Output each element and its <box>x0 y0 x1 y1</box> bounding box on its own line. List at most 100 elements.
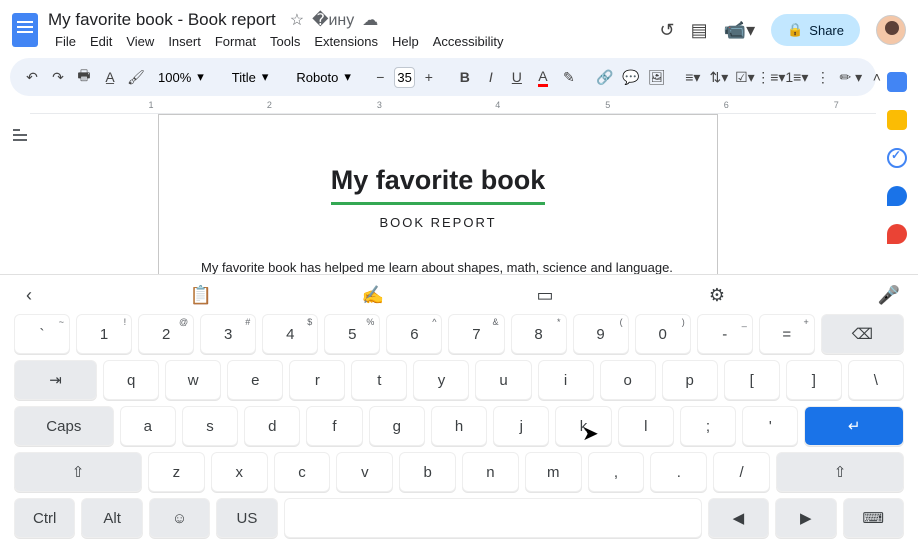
key-6[interactable]: 6^ <box>386 314 442 354</box>
bullet-list-icon[interactable]: ⋮≡▾ <box>759 65 783 89</box>
editing-mode-icon[interactable]: ✏ ▾ <box>839 65 863 89</box>
horizontal-ruler[interactable]: 1 2 3 4 5 6 7 <box>30 100 876 114</box>
key-[[interactable]: [ <box>724 360 780 400</box>
comments-icon[interactable]: ▤ <box>691 20 708 41</box>
key-n[interactable]: n <box>462 452 519 492</box>
tasks-icon[interactable] <box>887 148 907 168</box>
document-page[interactable]: My favorite book BOOK REPORT My favorite… <box>158 114 718 294</box>
key-i[interactable]: i <box>538 360 594 400</box>
key-r[interactable]: r <box>289 360 345 400</box>
history-icon[interactable]: ↺ <box>660 20 675 41</box>
checklist-icon[interactable]: ☑▾ <box>733 65 757 89</box>
font-increase-icon[interactable]: + <box>417 65 441 89</box>
menu-insert[interactable]: Insert <box>161 32 208 51</box>
kb-clipboard-icon[interactable]: 📋 <box>186 285 216 306</box>
key-enter[interactable]: ↵ <box>804 406 904 446</box>
star-icon[interactable]: ☆ <box>290 10 304 30</box>
line-spacing-icon[interactable]: ⇅▾ <box>707 65 731 89</box>
document-title[interactable]: My favorite book - Book report <box>48 10 276 30</box>
key-s[interactable]: s <box>182 406 238 446</box>
keep-icon[interactable] <box>887 110 907 130</box>
link-icon[interactable]: 🔗 <box>593 65 617 89</box>
key-space[interactable] <box>284 498 702 538</box>
key-=[interactable]: =+ <box>759 314 815 354</box>
key-`[interactable]: `~ <box>14 314 70 354</box>
key-b[interactable]: b <box>399 452 456 492</box>
key-q[interactable]: q <box>103 360 159 400</box>
style-select[interactable]: Title▾ <box>224 69 277 85</box>
key-shift-right[interactable]: ⇧ <box>776 452 904 492</box>
key-/[interactable]: / <box>713 452 770 492</box>
kb-back-icon[interactable]: ‹ <box>14 285 44 306</box>
key-alt[interactable]: Alt <box>81 498 142 538</box>
key-0[interactable]: 0) <box>635 314 691 354</box>
account-avatar[interactable] <box>876 15 906 45</box>
numbered-list-icon[interactable]: 1≡▾ <box>785 65 809 89</box>
key-,[interactable]: , <box>588 452 645 492</box>
kb-settings-icon[interactable]: ⚙ <box>702 285 732 306</box>
key-y[interactable]: y <box>413 360 469 400</box>
key-a[interactable]: a <box>120 406 176 446</box>
key-z[interactable]: z <box>148 452 205 492</box>
comment-icon[interactable]: 💬 <box>619 65 643 89</box>
image-icon[interactable]: 🖼 <box>645 65 669 89</box>
key-d[interactable]: d <box>244 406 300 446</box>
key-3[interactable]: 3# <box>200 314 256 354</box>
key-7[interactable]: 7& <box>448 314 504 354</box>
font-select[interactable]: Roboto▾ <box>288 69 356 85</box>
maps-icon[interactable] <box>887 224 907 244</box>
move-icon[interactable]: �ину <box>312 10 354 30</box>
menu-file[interactable]: File <box>48 32 83 51</box>
key-8[interactable]: 8* <box>511 314 567 354</box>
align-icon[interactable]: ≡▾ <box>681 65 705 89</box>
key-emoji[interactable]: ☺ <box>149 498 210 538</box>
font-size-input[interactable]: 35 <box>394 67 414 88</box>
key-9[interactable]: 9( <box>573 314 629 354</box>
docs-app-icon[interactable] <box>12 13 38 47</box>
key-shift-left[interactable]: ⇧ <box>14 452 142 492</box>
key-][interactable]: ] <box>786 360 842 400</box>
key-o[interactable]: o <box>600 360 656 400</box>
font-decrease-icon[interactable]: − <box>368 65 392 89</box>
calendar-icon[interactable] <box>887 72 907 92</box>
key-e[interactable]: e <box>227 360 283 400</box>
key-g[interactable]: g <box>369 406 425 446</box>
key-language[interactable]: US <box>216 498 277 538</box>
key-4[interactable]: 4$ <box>262 314 318 354</box>
key-f[interactable]: f <box>306 406 362 446</box>
menu-tools[interactable]: Tools <box>263 32 307 51</box>
key-p[interactable]: p <box>662 360 718 400</box>
share-button[interactable]: 🔒 Share <box>771 14 860 46</box>
paint-format-icon[interactable]: 🖌 <box>124 65 148 89</box>
meet-icon[interactable]: 📹▾ <box>724 20 755 41</box>
underline-icon[interactable]: U <box>505 65 529 89</box>
italic-icon[interactable]: I <box>479 65 503 89</box>
redo-icon[interactable]: ↷ <box>46 65 70 89</box>
key-arrow-left[interactable]: ◀ <box>708 498 769 538</box>
text-color-icon[interactable]: A <box>531 65 555 89</box>
key-2[interactable]: 2@ <box>138 314 194 354</box>
key-arrow-right[interactable]: ▶ <box>775 498 836 538</box>
key-1[interactable]: 1! <box>76 314 132 354</box>
key-.[interactable]: . <box>650 452 707 492</box>
key-hide-keyboard[interactable]: ⌨ <box>843 498 904 538</box>
key-l[interactable]: l <box>618 406 674 446</box>
key-tab[interactable]: ⇥ <box>14 360 97 400</box>
key-h[interactable]: h <box>431 406 487 446</box>
key-;[interactable]: ; <box>680 406 736 446</box>
more-icon[interactable]: ⋮ <box>811 65 835 89</box>
key-'[interactable]: ' <box>742 406 798 446</box>
key--[interactable]: -_ <box>697 314 753 354</box>
menu-view[interactable]: View <box>119 32 161 51</box>
zoom-select[interactable]: 100% ▾ <box>150 69 212 85</box>
key-\[interactable]: \ <box>848 360 904 400</box>
spellcheck-icon[interactable]: A̲ <box>98 65 122 89</box>
menu-edit[interactable]: Edit <box>83 32 119 51</box>
key-x[interactable]: x <box>211 452 268 492</box>
kb-floating-icon[interactable]: ▭ <box>530 285 560 306</box>
contacts-icon[interactable] <box>887 186 907 206</box>
key-caps[interactable]: Caps <box>14 406 114 446</box>
menu-accessibility[interactable]: Accessibility <box>426 32 511 51</box>
key-t[interactable]: t <box>351 360 407 400</box>
highlight-icon[interactable]: ✎ <box>557 65 581 89</box>
